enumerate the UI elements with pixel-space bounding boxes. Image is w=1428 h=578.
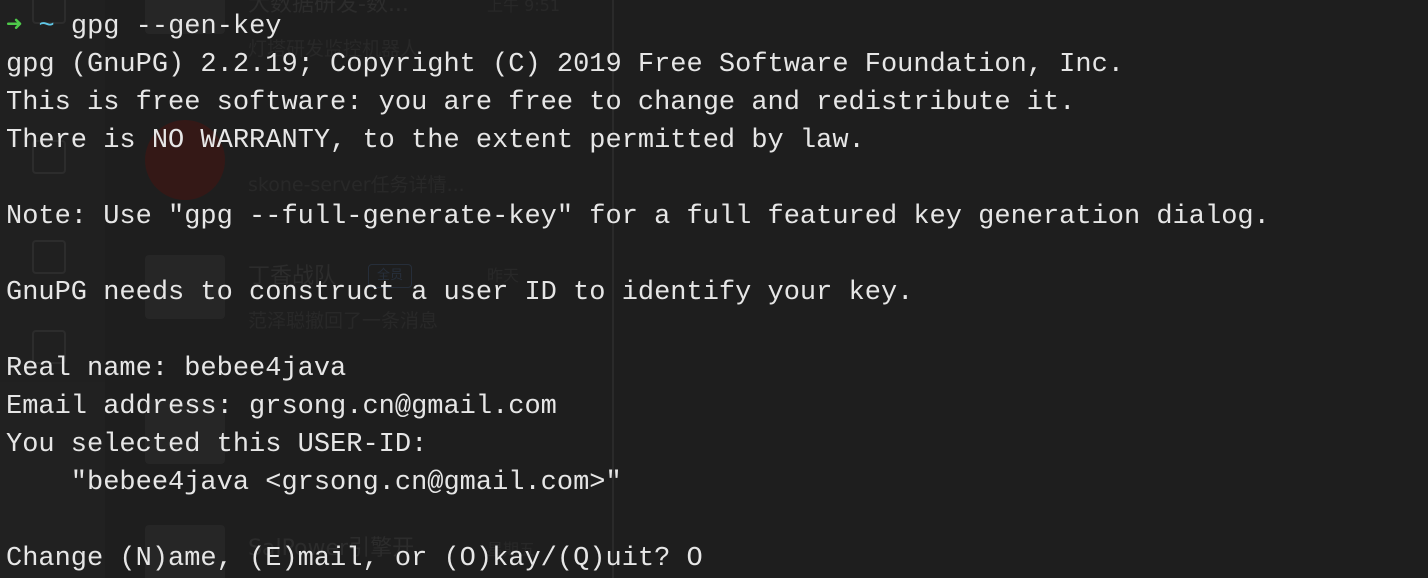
prompt-arrow-icon: ➜ — [6, 12, 23, 42]
output-line: You selected this USER-ID: — [6, 430, 428, 460]
prompt-cwd: ~ — [38, 12, 55, 42]
output-line: GnuPG needs to construct a user ID to id… — [6, 278, 914, 308]
output-line: There is NO WARRANTY, to the extent perm… — [6, 126, 865, 156]
output-line: Real name: bebee4java — [6, 354, 347, 384]
output-line: Email address: grsong.cn@gmail.com — [6, 392, 557, 422]
input-line[interactable]: Change (N)ame, (E)mail, or (O)kay/(Q)uit… — [6, 540, 1270, 578]
output-line: gpg (GnuPG) 2.2.19; Copyright (C) 2019 F… — [6, 50, 1124, 80]
output-line: "bebee4java <grsong.cn@gmail.com>" — [6, 468, 622, 498]
output-line: This is free software: you are free to c… — [6, 88, 1076, 118]
terminal-output[interactable]: ➜ ~ gpg --gen-key gpg (GnuPG) 2.2.19; Co… — [6, 8, 1270, 578]
prompt-line: ➜ ~ gpg --gen-key — [6, 8, 1270, 46]
terminal-window[interactable]: 大数据研发-数... 上午 9:51 灯塔研发监控机器人 skone-serve… — [0, 0, 1428, 578]
prompt-command: gpg --gen-key — [70, 12, 282, 42]
output-line: Note: Use "gpg --full-generate-key" for … — [6, 202, 1270, 232]
